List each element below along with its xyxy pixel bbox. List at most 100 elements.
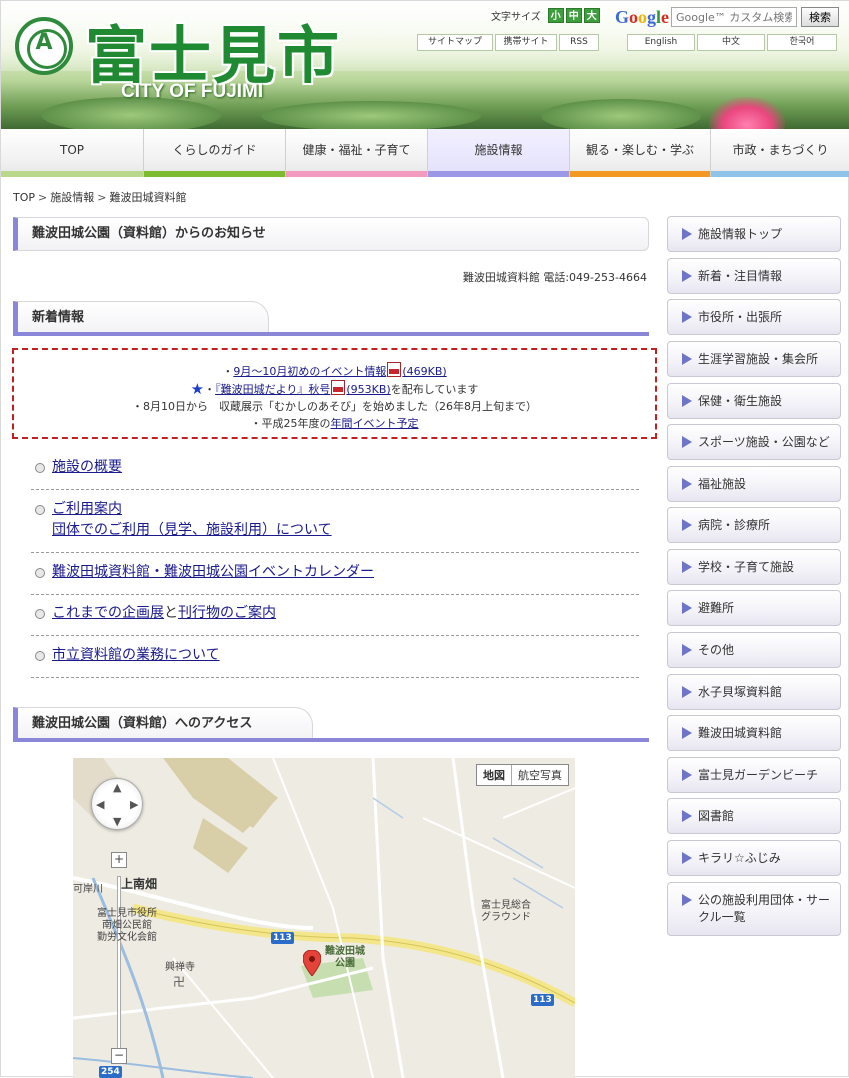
sidebar-item-health-facilities[interactable]: 保健・衛生施設 <box>667 383 841 419</box>
nav-tab-label: くらしのガイド <box>172 143 257 157</box>
news-event-link[interactable]: 9月～10月初めのイベント情報 <box>233 365 386 378</box>
pan-up-icon[interactable]: ▲ <box>113 781 121 794</box>
bullet-icon <box>35 568 45 578</box>
nav-tab-color-bar <box>144 171 285 177</box>
map-road <box>422 817 575 889</box>
news-newsletter-suffix: を配布しています <box>390 383 479 396</box>
map-stream <box>372 797 564 909</box>
sitemap-link[interactable]: サイトマップ <box>417 34 493 51</box>
breadcrumb-separator: > <box>38 191 48 204</box>
map-road <box>272 758 374 1078</box>
emblem-letter: A <box>35 30 53 55</box>
star-icon: ★ <box>190 380 205 398</box>
map-pan-control[interactable]: ▲ ▼ ◀ ▶ <box>91 778 143 830</box>
font-size-large-button[interactable]: 大 <box>583 8 600 23</box>
sidebar-item-facility-top[interactable]: 施設情報トップ <box>667 216 841 252</box>
museum-operations-link[interactable]: 市立資料館の業務について <box>52 647 220 663</box>
search-input[interactable] <box>671 7 797 27</box>
zoom-in-button[interactable]: + <box>111 852 127 868</box>
font-size-label: 文字サイズ <box>491 12 541 23</box>
list-item: ご利用案内団体でのご利用（見学、施設利用）について <box>31 490 639 553</box>
sidebar-item-group-list[interactable]: 公の施設利用団体・サークル一覧 <box>667 882 841 936</box>
search-button[interactable]: 検索 <box>801 7 839 27</box>
sidebar-item-hospitals[interactable]: 病院・診療所 <box>667 507 841 543</box>
sidebar-item-new-info[interactable]: 新着・注目情報 <box>667 258 841 294</box>
sidebar-item-welfare[interactable]: 福祉施設 <box>667 466 841 502</box>
map-road <box>172 957 274 1078</box>
pan-left-icon[interactable]: ◀ <box>96 798 104 811</box>
map-type-map-button[interactable]: 地図 <box>477 765 511 785</box>
group-usage-link[interactable]: 団体でのご利用（見学、施設利用）について <box>52 522 332 538</box>
nav-tab-label: 観る・楽しむ・学ぶ <box>585 143 694 157</box>
sidebar-item-library[interactable]: 図書館 <box>667 798 841 834</box>
map-label-river: 可岸川 <box>73 884 103 895</box>
news-annual-prefix: ・平成25年度の <box>250 417 331 430</box>
zoom-slider[interactable] <box>117 876 121 1052</box>
breadcrumb-top-link[interactable]: TOP <box>13 191 35 204</box>
news-annual-events-link[interactable]: 年間イベント予定 <box>331 417 419 430</box>
nav-tab-top[interactable]: TOP <box>1 129 144 177</box>
zoom-out-button[interactable]: − <box>111 1048 127 1064</box>
google-map[interactable]: 地図 航空写真 ▲ ▼ ◀ ▶ + − 上南畑 可岸川 富士見市役所 南畑公民館… <box>73 758 575 1078</box>
map-type-switcher: 地図 航空写真 <box>476 764 569 786</box>
language-chinese-link[interactable]: 中文 <box>697 34 765 51</box>
access-heading: 難波田城公園（資料館）へのアクセス <box>13 707 649 742</box>
nav-tab-label: 施設情報 <box>474 143 523 157</box>
sidebar-item-sports-parks[interactable]: スポーツ施設・公園など <box>667 424 841 460</box>
page-title: 難波田城公園（資料館）からのお知らせ <box>13 217 649 251</box>
breadcrumb-current: 難波田城資料館 <box>109 191 187 204</box>
nav-tab-living-guide[interactable]: くらしのガイド <box>144 129 286 177</box>
news-newsletter-link[interactable]: 『難波田城だより』秋号 <box>215 383 330 396</box>
past-exhibitions-link[interactable]: これまでの企画展 <box>52 605 164 621</box>
sidebar-item-lifelong-learning[interactable]: 生涯学習施設・集会所 <box>667 341 841 377</box>
route-254-marker: 254 <box>99 1066 122 1078</box>
sidebar-item-city-offices[interactable]: 市役所・出張所 <box>667 299 841 335</box>
sidebar-item-nanbata-museum[interactable]: 難波田城資料館 <box>667 715 841 751</box>
route-113-marker: 113 <box>271 932 294 944</box>
global-nav: TOP くらしのガイド 健康・福祉・子育て 施設情報 観る・楽しむ・学ぶ 市政・… <box>1 129 849 177</box>
news-newsletter-size[interactable]: (953KB) <box>346 383 390 396</box>
route-113-marker: 113 <box>531 994 554 1006</box>
list-item: 市立資料館の業務について <box>31 636 639 678</box>
nav-tab-facility-info[interactable]: 施設情報 <box>428 129 570 177</box>
site-logo-subtitle: CITY OF FUJIMI <box>121 81 264 102</box>
sidebar-item-mizuko-museum[interactable]: 水子貝塚資料館 <box>667 674 841 710</box>
font-size-small-button[interactable]: 小 <box>547 8 564 23</box>
sidebar-item-shelters[interactable]: 避難所 <box>667 590 841 626</box>
mobile-site-link[interactable]: 携帯サイト <box>495 34 557 51</box>
map-road <box>371 758 405 1078</box>
lotus-leaf-decoration <box>261 101 481 129</box>
pan-right-icon[interactable]: ▶ <box>130 798 138 811</box>
nav-tab-health-welfare[interactable]: 健康・福祉・子育て <box>286 129 428 177</box>
rss-link[interactable]: RSS <box>559 34 599 51</box>
breadcrumb-separator: > <box>97 191 107 204</box>
map-label-park: 難波田城 公園 <box>325 946 365 969</box>
pan-down-icon[interactable]: ▼ <box>113 815 121 828</box>
list-conjunction: と <box>164 605 178 621</box>
map-label-city-hall: 富士見市役所 南畑公民館 勤労文化会館 <box>97 908 157 943</box>
city-emblem-icon[interactable]: A <box>15 17 73 75</box>
nav-tab-label: TOP <box>59 143 84 157</box>
sidebar-item-kirari-fujimi[interactable]: キラリ☆ふじみ <box>667 840 841 876</box>
font-size-switcher: 文字サイズ 小 中 大 <box>491 8 600 23</box>
usage-guide-link[interactable]: ご利用案内 <box>52 501 122 517</box>
map-pin-icon[interactable] <box>303 950 321 976</box>
sidebar-item-schools[interactable]: 学校・子育て施設 <box>667 549 841 585</box>
pdf-icon <box>331 380 346 395</box>
news-event-size[interactable]: (469KB) <box>402 365 446 378</box>
breadcrumb-facility-link[interactable]: 施設情報 <box>50 191 94 204</box>
language-english-link[interactable]: English <box>627 34 695 51</box>
sidebar-item-other[interactable]: その他 <box>667 632 841 668</box>
publications-link[interactable]: 刊行物のご案内 <box>178 605 276 621</box>
sidebar-item-garden-beach[interactable]: 富士見ガーデンビーチ <box>667 757 841 793</box>
font-size-medium-button[interactable]: 中 <box>565 8 582 23</box>
event-calendar-link[interactable]: 難波田城資料館・難波田城公園イベントカレンダー <box>52 564 374 580</box>
language-korean-link[interactable]: 한국어 <box>767 34 837 51</box>
list-item: 施設の概要 <box>31 453 639 490</box>
news-item: ・9月～10月初めのイベント情報 (469KB) <box>14 362 655 380</box>
map-type-satellite-button[interactable]: 航空写真 <box>511 765 568 785</box>
map-label-area: 上南畑 <box>121 877 158 891</box>
nav-tab-city-admin[interactable]: 市政・まちづくり <box>711 129 849 177</box>
facility-overview-link[interactable]: 施設の概要 <box>52 459 122 475</box>
nav-tab-culture[interactable]: 観る・楽しむ・学ぶ <box>570 129 711 177</box>
